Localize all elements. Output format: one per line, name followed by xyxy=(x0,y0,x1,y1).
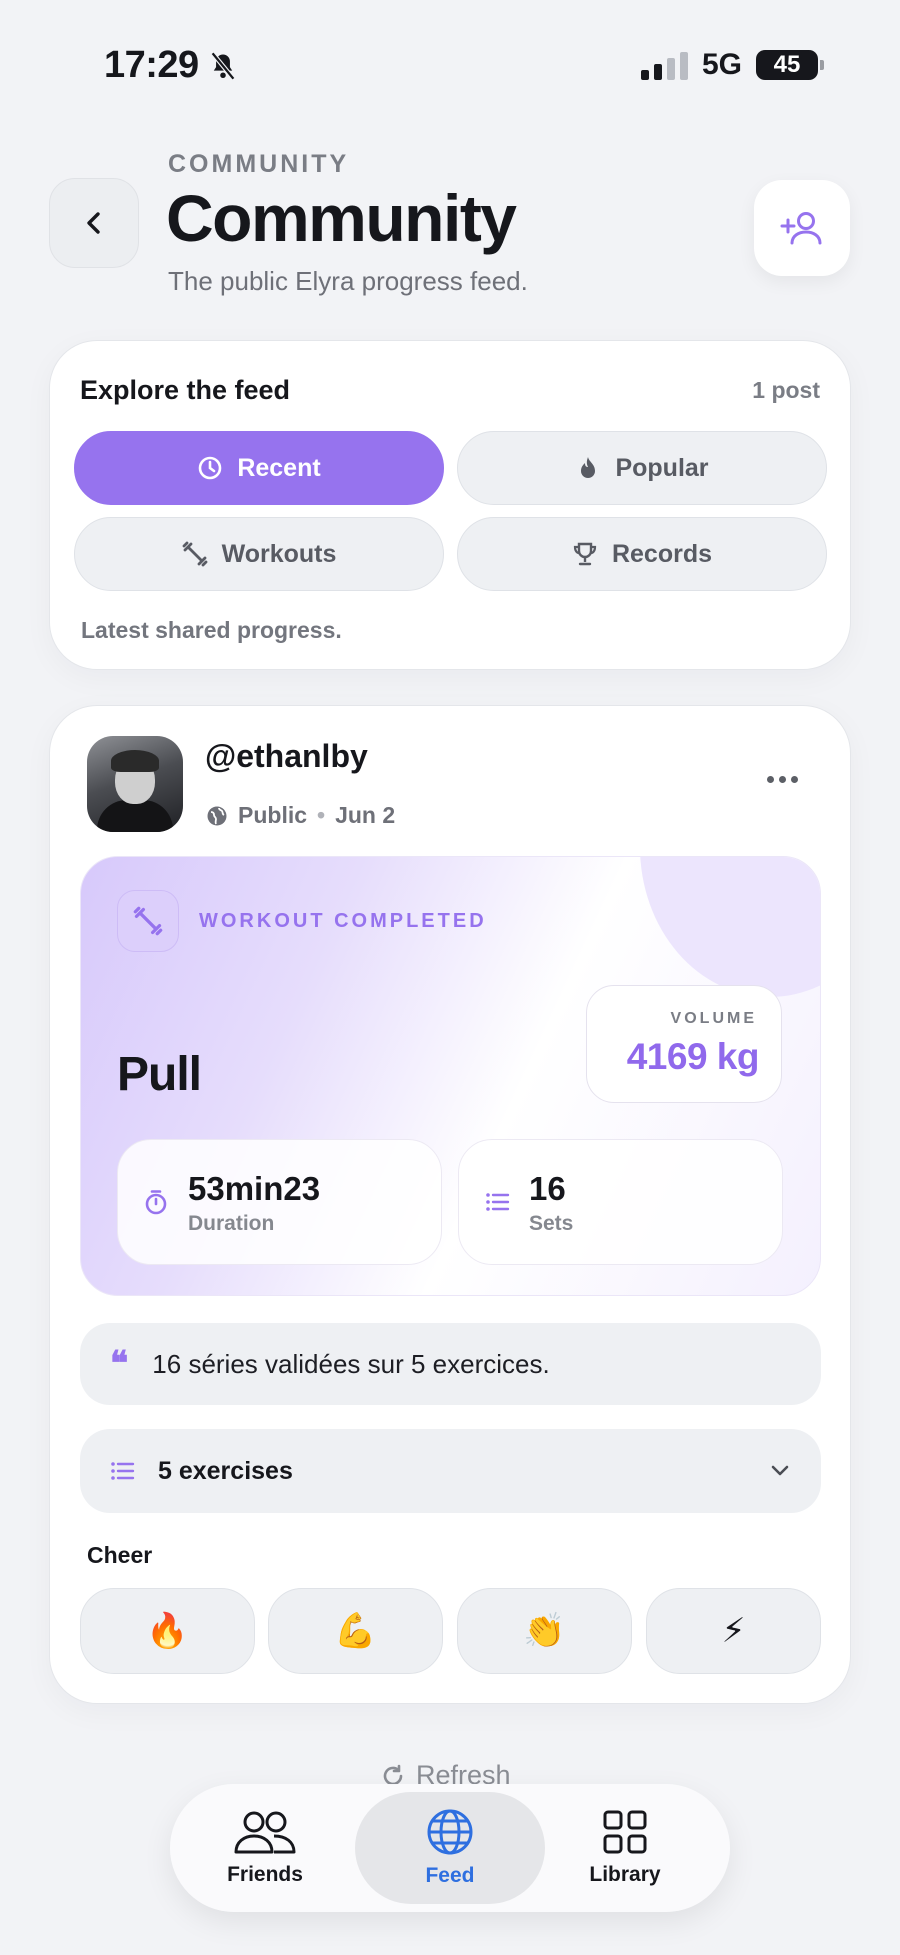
people-icon xyxy=(234,1811,296,1854)
status-time-text: 17:29 xyxy=(104,44,199,86)
fire-emoji: 🔥 xyxy=(146,1612,189,1650)
sets-value: 16 xyxy=(529,1170,566,1207)
signal-icon xyxy=(640,50,688,80)
battery-level: 45 xyxy=(773,51,801,78)
workout-summary-card[interactable]: WORKOUT COMPLETED Pull VOLUME 4169 kg 53… xyxy=(80,856,821,1296)
cheer-title: Cheer xyxy=(87,1542,153,1568)
globe-icon xyxy=(427,1809,473,1855)
workout-icon-badge xyxy=(117,890,179,952)
volume-badge: VOLUME 4169 kg xyxy=(586,985,782,1103)
tab-friends-label: Friends xyxy=(227,1863,303,1886)
cheer-muscle-button[interactable]: 💪 xyxy=(268,1588,443,1674)
avatar[interactable] xyxy=(87,736,183,832)
cheer-fire-button[interactable]: 🔥 xyxy=(80,1588,255,1674)
tab-feed-label: Feed xyxy=(425,1864,475,1887)
globe-icon xyxy=(207,806,227,825)
bell-muted-icon xyxy=(210,51,235,80)
dumbbell-icon xyxy=(182,541,207,567)
decorative-circle xyxy=(640,857,820,997)
add-user-icon xyxy=(780,212,822,245)
clock-icon xyxy=(199,456,222,480)
filter-workouts-button[interactable]: Workouts xyxy=(74,517,444,591)
duration-value: 53min23 xyxy=(188,1170,321,1207)
post-meta: Public • Jun 2 xyxy=(206,802,395,829)
filter-records-label: Records xyxy=(611,539,713,568)
post-count: 1 post xyxy=(752,377,820,403)
tab-library-label: Library xyxy=(589,1863,661,1886)
network-type: 5G xyxy=(701,48,742,81)
filter-popular-button[interactable]: Popular xyxy=(457,431,827,505)
cheer-lightning-button[interactable]: ⚡ xyxy=(646,1588,821,1674)
muscle-emoji: 💪 xyxy=(334,1612,377,1650)
meta-separator: • xyxy=(317,802,326,828)
filter-workouts-label: Workouts xyxy=(221,539,337,568)
grid-icon xyxy=(603,1810,647,1854)
post-caption-text: 16 séries validées sur 5 exercices. xyxy=(152,1348,550,1379)
page-eyebrow: COMMUNITY xyxy=(168,150,350,178)
filter-popular-label: Popular xyxy=(615,453,709,482)
volume-label: VOLUME xyxy=(670,1010,757,1027)
clap-emoji: 👏 xyxy=(523,1612,566,1650)
lightning-emoji: ⚡ xyxy=(721,1612,746,1650)
add-friend-button[interactable] xyxy=(754,180,850,276)
status-indicators: 5G 45 xyxy=(640,48,824,82)
more-options-button[interactable] xyxy=(767,776,798,783)
explore-card: Explore the feed 1 post Recent Popular W… xyxy=(49,340,851,670)
sets-label: Sets xyxy=(529,1212,574,1235)
list-icon xyxy=(111,1462,135,1480)
filter-recent-button[interactable]: Recent xyxy=(74,431,444,505)
page-title: Community xyxy=(166,181,517,255)
explore-title: Explore the feed xyxy=(80,375,291,405)
list-icon xyxy=(486,1193,510,1211)
chevron-down-icon xyxy=(771,1465,789,1476)
sets-stat: 16 Sets xyxy=(458,1139,783,1265)
post-username[interactable]: @ethanlby xyxy=(205,738,368,775)
quote-icon: ❝ xyxy=(110,1344,129,1384)
back-button[interactable] xyxy=(49,178,139,268)
exercises-label: 5 exercises xyxy=(158,1456,293,1485)
timer-icon xyxy=(145,1190,167,1215)
trophy-icon xyxy=(573,542,597,566)
workout-completed-label: WORKOUT COMPLETED xyxy=(199,910,487,932)
duration-stat: 53min23 Duration xyxy=(117,1139,442,1265)
chevron-left-icon xyxy=(87,212,100,234)
tab-friends[interactable]: Friends xyxy=(170,1792,360,1904)
post-card: @ethanlby Public • Jun 2 WORKOUT COMPLET… xyxy=(49,705,851,1704)
tab-bar: Friends Feed Library xyxy=(170,1784,730,1912)
workout-name: Pull xyxy=(117,1048,202,1101)
filter-records-button[interactable]: Records xyxy=(457,517,827,591)
duration-label: Duration xyxy=(188,1212,275,1235)
filter-recent-label: Recent xyxy=(237,453,321,482)
page-subtitle: The public Elyra progress feed. xyxy=(168,266,528,296)
exercises-dropdown[interactable]: 5 exercises xyxy=(80,1429,821,1513)
status-time: 17:29 xyxy=(104,44,237,87)
volume-value: 4169 kg xyxy=(626,1036,760,1077)
post-date: Jun 2 xyxy=(335,802,396,828)
dumbbell-icon xyxy=(133,906,163,936)
post-visibility: Public xyxy=(238,802,308,828)
post-caption: ❝ 16 séries validées sur 5 exercices. xyxy=(80,1323,821,1405)
battery-icon: 45 xyxy=(756,50,824,80)
tab-library[interactable]: Library xyxy=(530,1792,720,1904)
cheer-clap-button[interactable]: 👏 xyxy=(457,1588,632,1674)
flame-icon xyxy=(581,457,596,478)
explore-note: Latest shared progress. xyxy=(81,617,342,643)
tab-feed[interactable]: Feed xyxy=(355,1792,545,1904)
